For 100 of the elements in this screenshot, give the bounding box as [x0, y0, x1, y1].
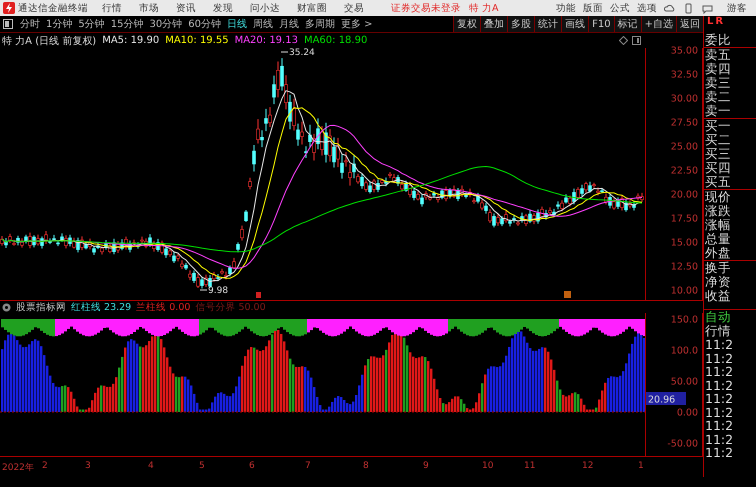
phone-icon[interactable]	[683, 2, 694, 14]
period-tab[interactable]: 更多 >	[338, 17, 376, 31]
toolbar-button[interactable]: 统计	[534, 16, 562, 32]
indicator-axis-label: 0.00	[676, 408, 698, 418]
quote-label: 净资	[704, 275, 732, 289]
date-axis-label: 4	[148, 461, 154, 471]
trade-time: 11:2	[704, 338, 734, 352]
date-axis-label: 7	[305, 461, 311, 471]
quote-label: 外盘	[704, 246, 756, 261]
app-name: 通达信金融终端	[18, 2, 88, 14]
price-axis-label: 35.00	[670, 46, 698, 56]
quote-label: 总量	[704, 232, 732, 246]
menu-item[interactable]: 财富圈	[297, 2, 327, 14]
ma-value: MA10: 19.55	[165, 35, 229, 46]
quote-label: 卖三	[704, 76, 732, 90]
period-tab[interactable]: 15分钟	[108, 17, 146, 31]
toolbar-button[interactable]: F10	[588, 16, 614, 32]
current-value-label: 20.96	[646, 392, 686, 406]
quote-label: 涨跌	[704, 204, 732, 218]
period-tab[interactable]: 1分钟	[43, 17, 76, 31]
period-tab[interactable]: 周线	[250, 17, 276, 31]
date-axis-label: 6	[249, 461, 255, 471]
period-tab[interactable]: 5分钟	[75, 17, 108, 31]
price-axis-label: 30.00	[670, 94, 698, 104]
chat-icon[interactable]	[702, 2, 713, 14]
indicator-axis-label: 100.0	[670, 346, 698, 356]
price-axis-label: 27.50	[670, 118, 698, 128]
event-marker-icon[interactable]	[564, 291, 571, 298]
period-tab[interactable]: 分时	[17, 17, 43, 31]
menu-item[interactable]: 市场	[139, 2, 159, 14]
date-axis-label: 9	[423, 461, 429, 471]
quote-label: 卖五	[704, 48, 732, 62]
badge-letter: L	[707, 16, 714, 27]
date-axis-label: 8	[363, 461, 369, 471]
menu-item[interactable]: 行情	[102, 2, 122, 14]
panel-toggle-icon[interactable]	[3, 19, 13, 29]
date-axis-label: 2	[42, 461, 48, 471]
diamond-icon[interactable]	[619, 36, 628, 45]
ma-value: MA60: 18.90	[304, 35, 368, 46]
badge-letter: R	[715, 16, 724, 27]
period-tab[interactable]: 月线	[276, 17, 302, 31]
price-axis-label: 25.00	[670, 142, 698, 152]
indicator-axis-label: 50.00	[670, 376, 698, 388]
period-tab[interactable]: 60分钟	[185, 17, 224, 31]
period-tab[interactable]: 日线	[224, 17, 250, 31]
toolbar-button[interactable]: 标记	[614, 16, 641, 32]
indicator-name[interactable]: 股票指标网	[16, 300, 66, 314]
trade-time: 11:2	[704, 446, 734, 460]
date-axis-label: 10	[482, 461, 494, 471]
chart-title: 特 力A (日线 前复权)	[2, 34, 96, 48]
mode-label[interactable]: 自动	[704, 309, 756, 324]
trade-time: 11:2	[704, 419, 734, 432]
app-logo-icon	[3, 2, 15, 14]
menu-item[interactable]: 选项	[637, 2, 657, 14]
menu-item[interactable]: 问小达	[250, 2, 280, 14]
toolbar-button[interactable]: 多股	[507, 16, 534, 32]
quote-label: 买四	[704, 161, 732, 175]
menu-item[interactable]: 资讯	[176, 2, 196, 14]
menu-item[interactable]: 功能	[556, 2, 576, 14]
trade-time: 11:2	[704, 378, 734, 392]
date-axis-label: 12	[582, 461, 594, 471]
toolbar-button[interactable]: 复权	[453, 16, 480, 32]
quote-label: 买五	[704, 175, 756, 190]
quote-label: 买一	[704, 119, 732, 133]
price-axis-label: 32.50	[670, 70, 698, 80]
quote-label: 买二	[704, 133, 732, 147]
date-axis-label: 3	[85, 461, 91, 471]
menu-item[interactable]: 发现	[213, 2, 233, 14]
trade-time: 11:2	[704, 352, 734, 365]
menu-item[interactable]: 交易	[344, 2, 364, 14]
trade-time: 11:2	[704, 392, 734, 406]
price-axis-label: 22.50	[670, 166, 698, 176]
trade-time: 11:2	[704, 365, 734, 378]
cloud-icon[interactable]	[664, 2, 675, 14]
quote-label: 换手	[704, 261, 732, 275]
gear-icon[interactable]	[2, 302, 11, 312]
indicator-value: 兰柱线 0.00	[136, 300, 190, 314]
price-axis-label: 10.00	[670, 286, 698, 296]
toolbar-button[interactable]: 画线	[561, 16, 588, 32]
date-axis-label: 2022年	[2, 462, 34, 474]
toolbar-button[interactable]: 返回	[676, 16, 703, 32]
ma-value: MA20: 19.13	[234, 35, 298, 46]
ma-value: MA5: 19.90	[102, 35, 160, 46]
menu-item[interactable]: 公式	[610, 2, 630, 14]
quote-label: 委比	[704, 33, 756, 48]
quote-label: 现价	[704, 190, 732, 204]
panel-toggle-icon[interactable]	[632, 36, 641, 45]
login-status[interactable]: 证券交易未登录	[391, 2, 461, 14]
toolbar-button[interactable]: +自选	[640, 16, 676, 32]
period-tab[interactable]: 30分钟	[146, 17, 186, 31]
quote-label: 涨幅	[704, 218, 732, 232]
stock-name: 特 力A	[469, 2, 499, 14]
menu-item[interactable]: 版面	[583, 2, 603, 14]
event-marker-icon[interactable]	[256, 292, 261, 298]
price-axis-label: 20.00	[670, 190, 698, 200]
quote-label: 卖四	[704, 62, 732, 76]
trade-time: 11:2	[704, 432, 734, 446]
period-tab[interactable]: 多周期	[302, 17, 338, 31]
toolbar-button[interactable]: 叠加	[480, 16, 508, 32]
user-label[interactable]: 游客	[727, 2, 747, 14]
